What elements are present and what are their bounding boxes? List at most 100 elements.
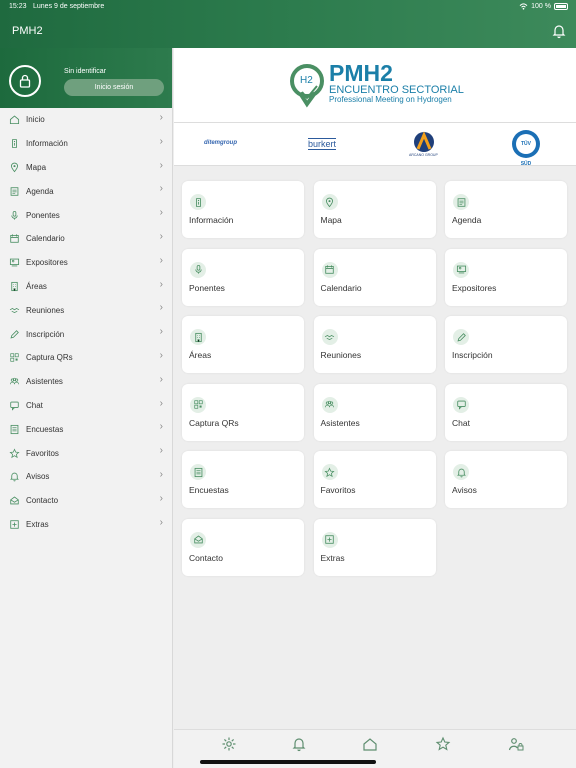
map-pin-icon (10, 162, 19, 173)
sidebar-item-label: Agenda (26, 186, 54, 196)
tuv-label: TÜV SÜD (516, 134, 536, 167)
sidebar-item-label: Contacto (26, 496, 59, 506)
tile-inscripcion[interactable]: Inscripción (445, 316, 567, 373)
sidebar-item-label: Chat (26, 400, 43, 410)
sidebar-item-icon (9, 257, 20, 268)
sidebar-item-contacto[interactable]: Contacto › (0, 489, 172, 513)
exhibitor-icon (456, 265, 466, 274)
sidebar-item-label: Inscripción (26, 329, 65, 339)
tile-extras[interactable]: Extras (313, 518, 436, 576)
sidebar-item-encuestas[interactable]: Encuestas › (0, 417, 172, 441)
tile-areas[interactable]: Áreas (182, 316, 304, 373)
tile-calendario[interactable]: Calendario (313, 248, 436, 306)
sponsor-burkert[interactable]: burkert (308, 138, 337, 150)
tile-mapa[interactable]: Mapa (313, 181, 436, 238)
chevron-right-icon: › (159, 207, 163, 219)
handshake-icon (324, 334, 335, 340)
tab-home[interactable] (362, 736, 378, 752)
tile-avisos[interactable]: Avisos (445, 451, 567, 508)
tab-gear[interactable] (221, 736, 237, 752)
agenda-icon (457, 197, 465, 207)
map-pin-icon (325, 197, 334, 207)
home-icon (363, 738, 377, 751)
login-button[interactable]: Inicio sesión (64, 79, 164, 96)
sidebar-item-label: Áreas (26, 281, 47, 291)
info-icon (195, 197, 201, 207)
sidebar-item-chat[interactable]: Chat › (0, 394, 172, 418)
sidebar-item-label: Encuestas (26, 424, 64, 434)
gear-icon (222, 737, 236, 751)
sidebar-item-inicio[interactable]: Inicio › (0, 108, 172, 132)
tile-agenda[interactable]: Agenda (445, 181, 567, 238)
tile-ponentes[interactable]: Ponentes (182, 248, 304, 306)
sidebar-item-informacion[interactable]: Información › (0, 132, 172, 156)
sponsor-ditemgroup[interactable]: ditemgroup (204, 140, 237, 146)
status-right: 100 % (519, 3, 568, 10)
tile-icon (321, 194, 338, 210)
star-icon (435, 736, 451, 751)
sidebar-item-areas[interactable]: Áreas › (0, 275, 172, 299)
tile-icon (453, 194, 469, 210)
sidebar-item-icon (9, 352, 20, 363)
arcano-logo-icon (414, 131, 434, 152)
chevron-right-icon: › (159, 254, 163, 266)
sidebar-item-icon (9, 210, 20, 221)
sidebar-item-reuniones[interactable]: Reuniones › (0, 298, 172, 322)
logo-badge: H2 (300, 75, 313, 86)
notifications-bell-icon[interactable] (551, 23, 567, 39)
tile-label: Chat (452, 417, 470, 428)
sidebar-item-icon (9, 329, 20, 340)
sidebar-item-label: Ponentes (26, 210, 60, 220)
sidebar-item-expositores[interactable]: Expositores › (0, 251, 172, 275)
sidebar-item-label: Expositores (26, 258, 68, 268)
chevron-right-icon: › (159, 112, 163, 123)
sidebar-item-ponentes[interactable]: Ponentes › (0, 203, 172, 227)
event-logo: H2 PMH2 ENCUENTRO SECTORIAL Professional… (174, 48, 576, 122)
tile-asistentes[interactable]: Asistentes (313, 383, 436, 441)
chevron-right-icon: › (159, 230, 163, 242)
main-content: H2 PMH2 ENCUENTRO SECTORIAL Professional… (174, 48, 576, 768)
tab-star[interactable] (435, 736, 451, 752)
chevron-right-icon: › (159, 445, 163, 457)
sidebar-item-mapa[interactable]: Mapa › (0, 156, 172, 180)
tab-bell[interactable] (291, 736, 307, 752)
chevron-right-icon: › (159, 302, 163, 314)
sidebar-item-agenda[interactable]: Agenda › (0, 179, 172, 203)
home-icon (9, 115, 20, 125)
tile-encuestas[interactable]: Encuestas (182, 451, 304, 508)
sidebar-item-asistentes[interactable]: Asistentes › (0, 370, 172, 394)
tile-favoritos[interactable]: Favoritos (313, 451, 436, 508)
logo-line2: Professional Meeting on Hydrogen (329, 95, 452, 104)
people-icon (10, 378, 19, 385)
tile-label: Asistentes (320, 417, 360, 428)
tile-contacto[interactable]: Contacto (182, 518, 304, 576)
tile-chat[interactable]: Chat (445, 383, 567, 441)
sidebar-item-icon (9, 400, 20, 411)
arcano-label: ARCANO GROUP (409, 153, 438, 157)
plus-square-icon (325, 535, 334, 544)
tile-icon (190, 531, 206, 548)
sponsor-tuv[interactable]: TÜV SÜD (512, 130, 540, 167)
pencil-icon (10, 329, 19, 339)
sidebar-item-icon (9, 376, 20, 387)
tile-label: Áreas (189, 350, 212, 360)
chevron-right-icon: › (159, 492, 163, 504)
sidebar-item-favoritos[interactable]: Favoritos › (0, 441, 172, 465)
sidebar-item-extras[interactable]: Extras › (0, 513, 172, 537)
sidebar-item-avisos[interactable]: Avisos › (0, 465, 172, 489)
sidebar-item-inscripcion[interactable]: Inscripción › (0, 322, 172, 346)
tile-expositores[interactable]: Expositores (445, 248, 567, 306)
exhibitor-icon (9, 258, 20, 267)
sponsor-arcano[interactable]: ARCANO GROUP (409, 131, 438, 159)
tile-informacion[interactable]: Información (182, 181, 304, 238)
tile-label: Calendario (320, 282, 362, 293)
sidebar-item-calendario[interactable]: Calendario › (0, 227, 172, 251)
sidebar-item-captura-qrs[interactable]: Captura QRs › (0, 346, 172, 370)
logo-title: PMH2 (329, 60, 393, 86)
chevron-right-icon: › (159, 159, 163, 171)
tile-captura-qrs[interactable]: Captura QRs (182, 383, 304, 441)
top-bar: 15:23 Lunes 9 de septiembre 100 % PMH2 (0, 0, 576, 48)
tab-user-lock[interactable] (508, 736, 524, 752)
tile-reuniones[interactable]: Reuniones (313, 316, 436, 373)
qr-icon (193, 400, 203, 409)
